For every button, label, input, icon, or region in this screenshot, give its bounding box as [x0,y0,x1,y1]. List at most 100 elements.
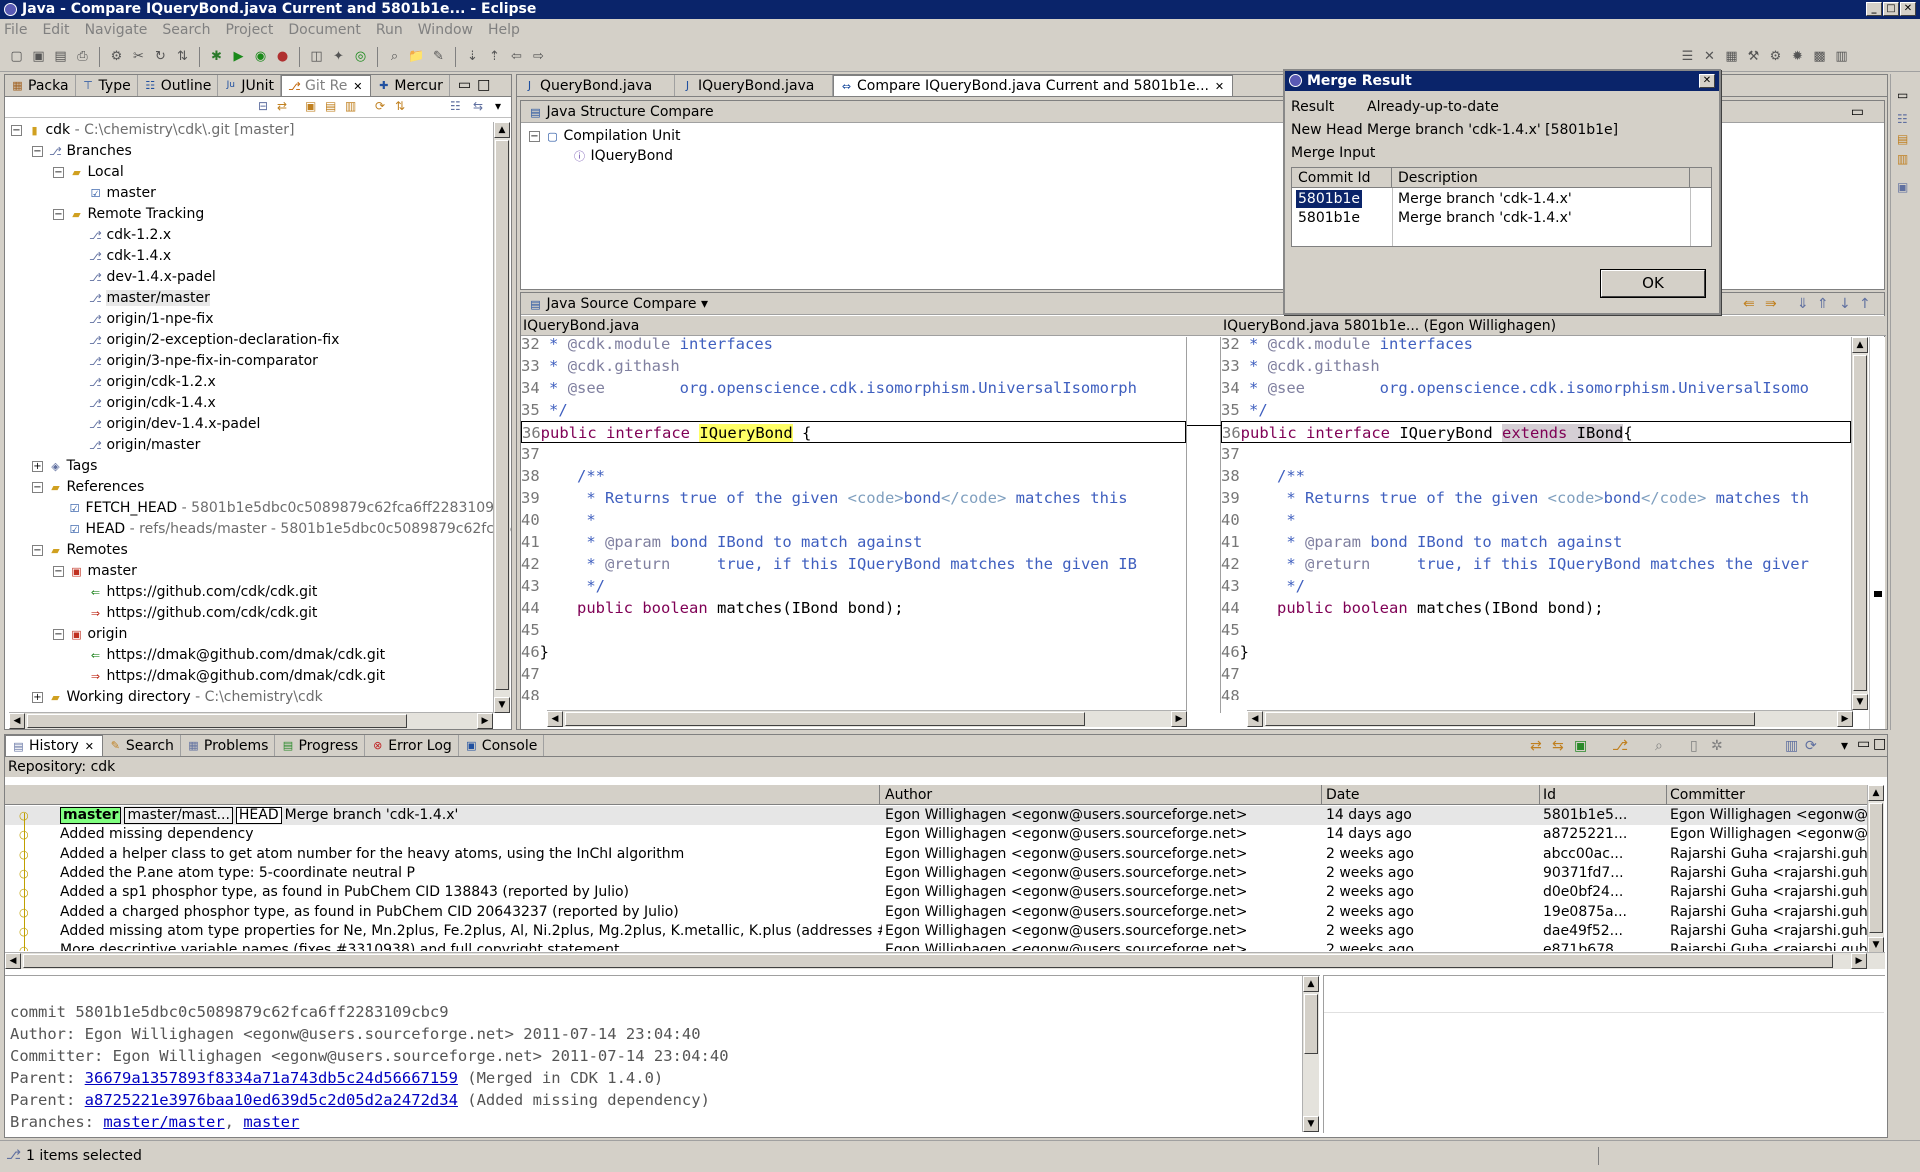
tab-querybond[interactable]: J QueryBond.java [517,75,675,96]
refresh-icon[interactable]: ↻ [152,48,169,65]
tab-search[interactable]: ✎ Search [103,735,181,756]
menu-file[interactable]: File [4,22,27,38]
left-code-line[interactable]: 36public interface IQueryBond { [521,421,1186,443]
history-row[interactable]: ○Added a helper class to get atom number… [5,845,1867,864]
tree-remote-branch[interactable]: ⎇ origin/cdk-1.2.x [89,372,216,393]
right-code-line[interactable]: 44 public boolean matches(IBond bond); [1221,597,1851,619]
clean-icon[interactable]: ✂ [130,48,147,65]
left-code-line[interactable]: 46} [521,641,1186,663]
right-code-line[interactable]: 33 * @cdk.githash [1221,355,1851,377]
run-icon[interactable]: ▶ [230,48,247,65]
tab-progress[interactable]: ▤ Progress [275,735,366,756]
maximize-view-icon[interactable]: □ [1873,736,1886,752]
parent-link[interactable]: a8725221e3976baa10ed639d5c2d05d2a2472d34 [85,1091,458,1109]
next-diff-icon[interactable]: ⇓ [1797,293,1809,315]
dropdown-icon[interactable]: ▾ [701,296,708,312]
tree-references[interactable]: − ▰ References [32,477,144,498]
tree-remotes[interactable]: − ▰ Remotes [32,540,128,561]
menu-run[interactable]: Run [376,22,403,38]
tab-console[interactable]: ▣ Console [459,735,545,756]
right-code-line[interactable]: 37 [1221,443,1851,465]
code-vertical-scrollbar[interactable]: ▲ ▼ [1851,337,1868,710]
tree-remote-url[interactable]: ⇒ https://dmak@github.com/dmak/cdk.git [89,666,385,687]
tree-head[interactable]: ☑ HEAD - refs/heads/master - 5801b1e5dbc… [68,519,511,540]
right-code-line[interactable]: 35 */ [1221,399,1851,421]
branch-link[interactable]: master/master [103,1113,224,1131]
tree-local-master[interactable]: ☑ master [89,183,156,204]
left-code-line[interactable]: 45 [521,619,1186,641]
search-icon[interactable]: ✎ [430,48,447,65]
prev-diff-icon[interactable]: ⇑ [1817,293,1829,315]
right-code-line[interactable]: 32 * @cdk.module interfaces [1221,337,1851,355]
structure-root[interactable]: − ▢ Compilation Unit [529,126,680,147]
left-code-line[interactable]: 34 * @see org.openscience.cdk.isomorphis… [521,377,1186,399]
left-code-pane[interactable]: 32 * @cdk.module interfaces 33 * @cdk.git… [521,337,1186,700]
left-code-line[interactable]: 47 [521,663,1186,685]
col-id[interactable]: Id [1543,785,1556,805]
perspective-java-icon[interactable]: ☰ [1679,48,1696,65]
left-code-line[interactable]: 39 * Returns true of the given <code>bon… [521,487,1186,509]
menu-help[interactable]: Help [488,22,520,38]
tree-local[interactable]: − ▰ Local [53,162,124,183]
debug-icon[interactable]: ✱ [208,48,225,65]
left-code-line[interactable]: 32 * @cdk.module interfaces [521,337,1186,355]
prev-annotation-icon[interactable]: ⇣ [464,48,481,65]
history-pin-icon[interactable]: ▯ [1690,738,1698,754]
history-link-icon[interactable]: ⇄ [1530,738,1542,754]
tree-working-directory[interactable]: + ▰ Working directory - C:\chemistry\cdk [32,687,323,706]
tree-remote-url[interactable]: ⇐ https://github.com/cdk/cdk.git [89,582,318,603]
history-filter-icon[interactable]: ▣ [1574,738,1587,754]
bookmarks-trim-icon[interactable]: ▥ [1897,152,1908,166]
outline-trim-icon[interactable]: ☷ [1897,112,1908,126]
tree-remote-branch[interactable]: ⎇ origin/cdk-1.4.x [89,393,216,414]
minimize-button[interactable]: _ [1866,2,1882,16]
history-row[interactable]: ○Added missing atom type properties for … [5,922,1867,941]
create-repo-icon[interactable]: ▥ [345,99,356,113]
tab-compare[interactable]: ⇔ Compare IQueryBond.java Current and 580… [833,75,1234,96]
perspective-extra-icon[interactable]: ▥ [1833,48,1850,65]
structure-child[interactable]: ⓘ IQueryBond [573,146,673,167]
minimize-view-icon[interactable]: ▭ [1857,736,1870,752]
history-compare-icon[interactable]: ⇆ [1552,738,1564,754]
copy-right-icon[interactable]: ⇛ [1765,293,1777,315]
maximize-view-icon[interactable]: □ [477,77,490,93]
build-icon[interactable]: ⚙ [108,48,125,65]
menu-search[interactable]: Search [162,22,210,38]
right-code-line[interactable]: 48 [1221,685,1851,700]
left-code-line[interactable]: 37 [521,443,1186,465]
save-all-icon[interactable]: ▤ [52,48,69,65]
col-date[interactable]: Date [1326,785,1359,805]
sync-icon[interactable]: ⇅ [174,48,191,65]
tree-remote-url[interactable]: ⇒ https://github.com/cdk/cdk.git [89,603,318,624]
merge-input-row-desc[interactable]: Merge branch 'cdk-1.4.x' [1398,209,1572,227]
forward-icon[interactable]: ⇨ [530,48,547,65]
col-commit-id[interactable]: Commit Id [1292,168,1392,188]
perspective-debug-icon[interactable]: ✕ [1701,48,1718,65]
history-row[interactable]: ○Added the P.ane atom type: 5-coordinate… [5,864,1867,883]
tab-problems[interactable]: ▦ Problems [181,735,276,756]
tree-fetch-head[interactable]: ☑ FETCH_HEAD - 5801b1e5dbc0c5089879c62fc… [68,498,511,519]
tree-branches[interactable]: − ⎇ Branches [32,141,132,162]
tree-remote-branch[interactable]: ⎇ origin/2-exception-declaration-fix [89,330,339,351]
tree-remote-branch[interactable]: ⎇ origin/master [89,435,200,456]
changed-files-list[interactable] [1323,975,1885,1133]
parent-link[interactable]: 36679a1357893f8334a71a743db5c24d56667159 [85,1069,458,1087]
right-code-line[interactable]: 45 [1221,619,1851,641]
right-code-hscroll[interactable]: ◀ ▶ [1247,710,1853,727]
tree-vertical-scrollbar[interactable]: ▲ ▼ [493,122,510,713]
view-menu-icon[interactable]: ▾ [1841,738,1848,754]
right-code-line[interactable]: 40 * [1221,509,1851,531]
right-code-pane[interactable]: 32 * @cdk.module interfaces 33 * @cdk.git… [1221,337,1851,700]
ok-button[interactable]: OK [1600,269,1706,298]
new-java-project-icon[interactable]: ◫ [308,48,325,65]
collapse-all-icon[interactable]: ⊟ [258,99,268,113]
copy-left-icon[interactable]: ⇚ [1743,293,1755,315]
left-code-line[interactable]: 41 * @param bond IBond to match against [521,531,1186,553]
tree-remote-url[interactable]: ⇐ https://dmak@github.com/dmak/cdk.git [89,645,385,666]
link-editor-icon[interactable]: ⇄ [277,99,287,113]
left-code-line[interactable]: 43 */ [521,575,1186,597]
minimize-view-icon[interactable]: ▭ [1851,104,1864,120]
menu-edit[interactable]: Edit [42,22,69,38]
history-row[interactable]: ○mastermaster/mast...HEADMerge branch 'c… [5,806,1867,825]
tab-outline[interactable]: ☷ Outline [138,75,219,96]
